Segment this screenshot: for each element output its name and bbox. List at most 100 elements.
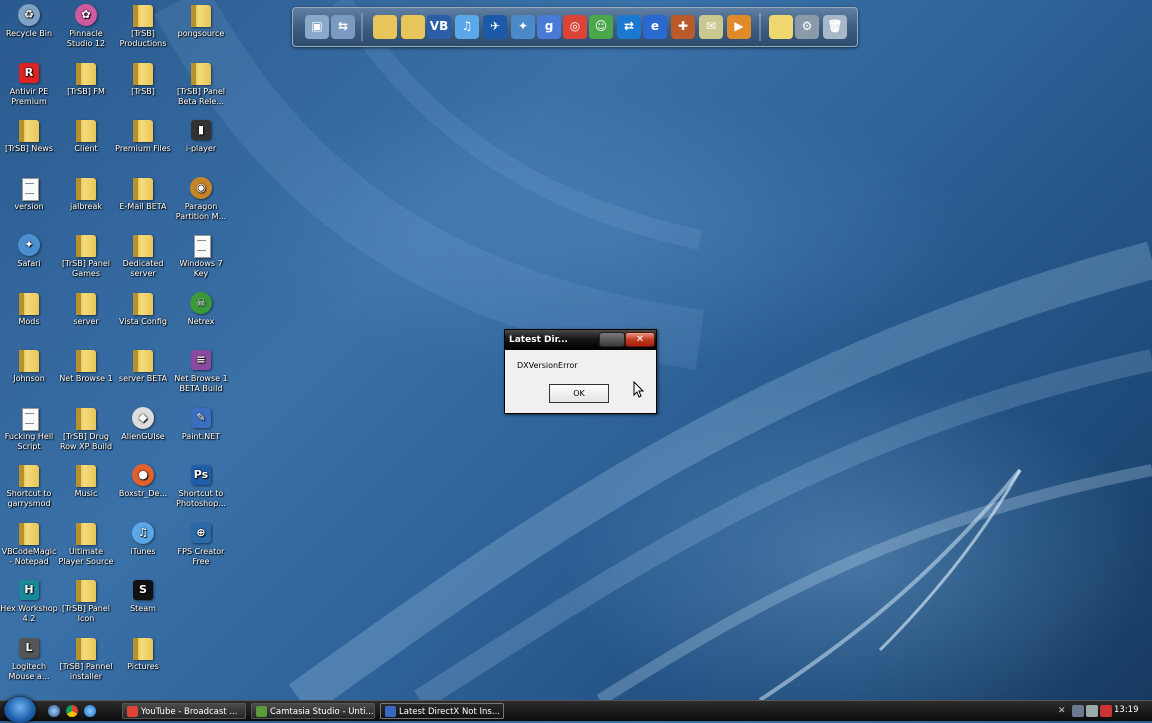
desktop-icon-label: i-player [185,144,217,153]
desktop-icon[interactable]: L Logitech Mouse a... [0,635,58,691]
clock[interactable]: 13:19 [1114,705,1139,715]
taskbar-button[interactable]: YouTube - Broadcast ... [122,703,246,719]
taskbar-button[interactable]: Camtasia Studio - Unti... [251,703,375,719]
desktop-icon[interactable]: ≡ Net Browse 1 BETA Build [172,347,230,403]
app-icon[interactable] [1100,705,1112,717]
vb-icon[interactable]: VB [427,15,451,39]
desktop-icon[interactable]: Windows 7 Key [172,232,230,288]
folder-icon [130,292,156,316]
desktop-icon[interactable]: Client [57,117,115,173]
show-desktop-icon[interactable] [48,705,60,717]
desktop-icon[interactable]: jalbreak [57,175,115,231]
desktop-icon[interactable]: ✎ Paint.NET [172,405,230,461]
desktop-icon[interactable]: ▮ i-player [172,117,230,173]
start-button[interactable] [4,697,36,723]
trash-icon[interactable]: 🗑 [823,15,847,39]
close-button[interactable]: ✕ [625,332,655,347]
desktop-icon-label: [TrSB] Panel Icon [62,604,110,623]
desktop-icon[interactable]: Net Browse 1 [57,347,115,403]
desktop-icon[interactable]: Premium Files [114,117,172,173]
itunes-icon[interactable]: ♫ [455,15,479,39]
desktop-icon[interactable]: ♻ Recycle Bin [0,2,58,58]
logitech-icon: L [16,637,42,661]
desktop-icon[interactable]: Fucking Hell Script [0,405,58,461]
folder-icon [16,349,42,373]
computer-icon[interactable]: ▣ [305,15,329,39]
desktop-icon-grid: ♻ Recycle Bin ✿ Pinnacle Studio 12 [TrSB] Pr… [0,0,240,700]
desktop-icon[interactable]: Pictures [114,635,172,691]
desktop-icon[interactable]: version [0,175,58,231]
desktop-icon[interactable]: pongsource [172,2,230,58]
desktop-icon[interactable]: H Hex Workshop 4.2 [0,577,58,633]
folder-icon [188,4,214,28]
desktop-icon-label: VBCodeMagic - Notepad [1,546,57,566]
network-icon[interactable] [1072,705,1084,717]
desktop-icon[interactable]: [TrSB] Panel Beta Rele... [172,60,230,116]
teamviewer-icon[interactable]: ⇄ [617,15,641,39]
desktop-icon-label: pongsource [177,29,225,38]
desktop-icon[interactable]: [TrSB] FM [57,60,115,116]
desktop-icon[interactable]: server [57,290,115,346]
ie-icon[interactable]: e [643,15,667,39]
desktop-icon[interactable]: ◆ AlienGUIse [114,405,172,461]
desktop-icon[interactable]: [TrSB] Drug Row XP Build [57,405,115,461]
desktop-icon[interactable]: [TrSB] Panel Games [57,232,115,288]
desktop-icon[interactable]: [TrSB] Panel Icon [57,577,115,633]
desktop-icon[interactable]: [TrSB] Productions [114,2,172,58]
desktop-icon-label: Pictures [127,661,159,671]
desktop-icon[interactable]: ● Boxstr_De... [114,462,172,518]
desktop-icon[interactable]: ◉ Paragon Partition M... [172,175,230,231]
media-player-icon[interactable]: ▶ [727,15,751,39]
desktop-icon[interactable]: Mods [0,290,58,346]
photoshop-icon: Ps [188,464,214,488]
g-icon[interactable]: g [537,15,561,39]
mail-icon[interactable]: ✉ [699,15,723,39]
desktop-icon[interactable]: [TrSB] Pannel installer [57,635,115,691]
desktop-icon[interactable]: Music [57,462,115,518]
messenger-icon[interactable]: ☺ [589,15,613,39]
folder-icon[interactable] [401,15,425,39]
desktop-icon[interactable]: [TrSB] News [0,117,58,173]
desktop-icon-label: Net Browse 1 [59,374,113,383]
notes-folder-icon[interactable] [769,15,793,39]
folder-icon [73,407,99,431]
desktop-icon[interactable]: Ultimate Player Source [57,520,115,576]
folder-icon [130,637,156,661]
folder-icon [73,579,99,603]
arrow-icon[interactable]: ✕ [1058,705,1070,717]
desktop-icon[interactable]: Shortcut to garrysmod [0,462,58,518]
chrome-icon[interactable]: ◎ [563,15,587,39]
taskbar-button[interactable]: Latest DirectX Not Ins... [380,703,504,719]
desktop-icon[interactable]: ♫ iTunes [114,520,172,576]
desktop-icon-label: Hex Workshop 4.2 [0,604,58,623]
ok-button[interactable]: OK [549,384,609,403]
desktop-icon[interactable]: Vista Config [114,290,172,346]
volume-icon[interactable] [1086,705,1098,717]
desktop-icon-label: [TrSB] Drug Row XP Build [59,431,113,451]
desktop-icon[interactable]: [TrSB] [114,60,172,116]
ie-icon[interactable] [84,705,96,717]
desktop-icon[interactable]: Ps Shortcut to Photoshop... [172,462,230,518]
tf2-icon[interactable]: ✚ [671,15,695,39]
network-icon[interactable]: ⇆ [331,15,355,39]
desktop-icon[interactable]: Dedicated server [114,232,172,288]
taskbar: YouTube - Broadcast ... Camtasia Studio -… [0,697,1152,723]
folder-icon[interactable] [373,15,397,39]
desktop-icon[interactable]: VBCodeMagic - Notepad [0,520,58,576]
desktop-icon[interactable]: server BETA [114,347,172,403]
settings-gear-icon[interactable]: ⚙ [795,15,819,39]
desktop-icon[interactable]: E-Mail BETA [114,175,172,231]
desktop-icon[interactable]: R Antivir PE Premium [0,60,58,116]
desktop-icon[interactable]: ⊕ FPS Creator Free [172,520,230,576]
safari-icon[interactable]: ✦ [511,15,535,39]
fps-creator-icon: ⊕ [188,522,214,546]
desktop-icon[interactable]: Johnson [0,347,58,403]
desktop-icon[interactable]: ☠ Netrex [172,290,230,346]
folder-icon [73,119,99,143]
swallow-icon[interactable]: ✈ [483,15,507,39]
desktop-icon[interactable]: ✦ Safari [0,232,58,288]
dialog-titlebar[interactable]: Latest Dir... ✕ [505,330,656,350]
chrome-icon[interactable] [66,705,78,717]
desktop-icon[interactable]: S Steam [114,577,172,633]
desktop-icon[interactable]: ✿ Pinnacle Studio 12 [57,2,115,58]
